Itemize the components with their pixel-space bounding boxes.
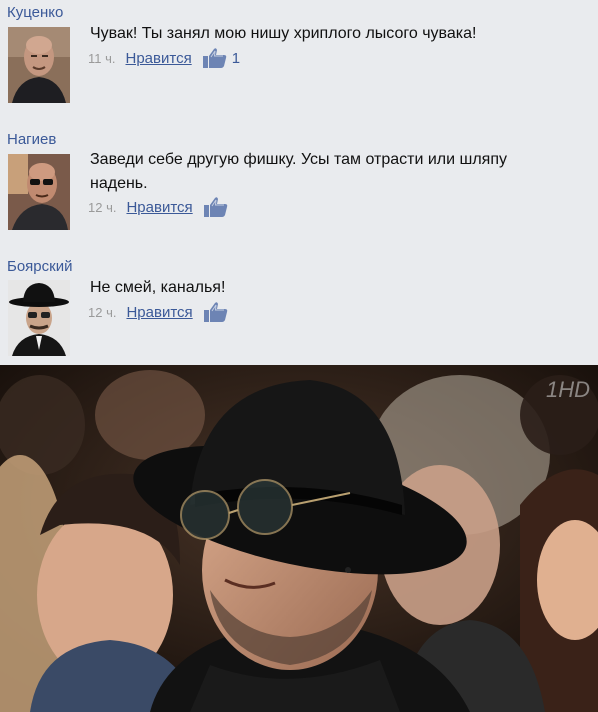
avatar-man-black-hat-icon — [8, 280, 70, 356]
comment-text: Заведи себе другую фишку. Усы там отраст… — [90, 151, 508, 192]
comment-item: Куценко Чувак! Ты занял мою нишу хриплог… — [0, 0, 598, 110]
like-count: 1 — [231, 49, 241, 67]
avatar-bald-man-sunglasses-icon — [8, 154, 70, 230]
comment-meta: 11 ч. Нравится 1 — [88, 47, 240, 69]
comment-item: Нагиев Заведи себе другую фишку. Усы там… — [0, 125, 598, 235]
comment-timestamp[interactable]: 11 ч. — [88, 51, 116, 66]
comment-meta: 12 ч. Нравится — [88, 301, 233, 323]
comment-author[interactable]: Куценко — [7, 4, 63, 21]
comment-list: Куценко Чувак! Ты занял мою нишу хриплог… — [0, 0, 598, 365]
thumbs-up-icon[interactable] — [203, 196, 229, 218]
comment-author[interactable]: Нагиев — [7, 131, 56, 148]
channel-logo: 1HD — [545, 377, 590, 402]
comment-item: Боярский Не смей, каналья! 12 ч. Нравитс… — [0, 252, 598, 362]
comment-text: Не смей, каналья! — [90, 279, 226, 296]
comment-text: Чувак! Ты занял мою нишу хриплого лысого… — [90, 25, 477, 42]
man-in-black-hat-image — [0, 365, 598, 712]
comment-timestamp[interactable]: 12 ч. — [88, 305, 116, 320]
thumbs-up-icon[interactable] — [202, 47, 228, 69]
comment-author[interactable]: Боярский — [7, 258, 72, 275]
avatar[interactable] — [8, 280, 70, 356]
comment-meta: 12 ч. Нравится — [88, 196, 233, 218]
comment-timestamp[interactable]: 12 ч. — [88, 200, 116, 215]
thumbs-up-icon[interactable] — [203, 301, 229, 323]
tv-screenshot-photo: 1HD — [0, 365, 598, 712]
avatar[interactable] — [8, 27, 70, 103]
like-button[interactable]: Нравится — [126, 304, 192, 321]
avatar[interactable] — [8, 154, 70, 230]
like-button[interactable]: Нравится — [126, 50, 192, 67]
like-button[interactable]: Нравится — [126, 199, 192, 216]
avatar-bald-man-icon — [8, 27, 70, 103]
